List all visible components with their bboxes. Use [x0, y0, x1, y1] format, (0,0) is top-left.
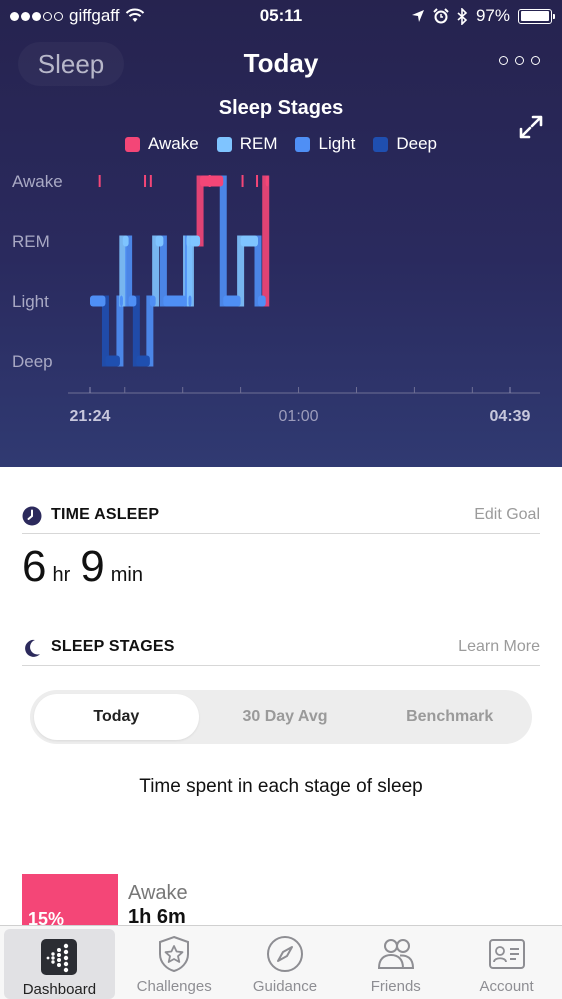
time-asleep-header: TIME ASLEEP Edit Goal [22, 504, 540, 534]
dashboard-icon [41, 939, 78, 975]
tab-30-day-avg[interactable]: 30 Day Avg [203, 690, 368, 744]
stage-segment-light [258, 295, 266, 307]
minutes-unit: min [110, 564, 143, 586]
legend-swatch [124, 136, 140, 152]
stage-period-segmented-control: Today 30 Day Avg Benchmark [30, 690, 532, 744]
x-tick-label: 01:00 [279, 408, 319, 425]
stage-segment-rem [240, 235, 258, 247]
stage-segment-light [149, 295, 156, 307]
x-tick-label: 21:24 [70, 408, 111, 425]
stage-segment-light [90, 295, 106, 307]
legend-item-rem: REM [216, 134, 278, 154]
compass-icon [266, 936, 303, 972]
tab-benchmark[interactable]: Benchmark [367, 690, 532, 744]
tab-today[interactable]: Today [34, 694, 199, 740]
tab-challenges[interactable]: Challenges [119, 926, 230, 999]
more-dot-icon [499, 56, 508, 65]
tab-label: Friends [370, 978, 421, 995]
more-options-button[interactable] [499, 56, 540, 65]
stage-segment-deep [136, 355, 150, 367]
section-title: SLEEP STAGES [51, 638, 175, 655]
tab-account[interactable]: Account [451, 926, 562, 999]
tab-label: Guidance [252, 978, 318, 995]
stage-segment-light [188, 295, 192, 307]
stage-caption: Time spent in each stage of sleep [139, 776, 423, 797]
status-bar: giffgaff 05:11 97% [0, 0, 562, 34]
edit-goal-link[interactable]: Edit Goal [474, 506, 540, 524]
legend-label: Awake [147, 134, 199, 153]
stage-segment-deep [105, 355, 120, 367]
stage-segment-awake [265, 175, 269, 187]
location-icon [411, 10, 424, 22]
legend-label: REM [239, 134, 278, 153]
stage-segment-light [128, 295, 137, 307]
tab-bar: Dashboard Challenges Guidance Friends Ac… [0, 925, 562, 999]
minutes-value: 9 [80, 542, 105, 591]
stage-segment-rem [155, 235, 164, 247]
sleep-stages-header: SLEEP STAGES Learn More [22, 636, 540, 666]
more-dot-icon [531, 56, 540, 65]
legend-label: Deep [396, 134, 437, 153]
clock-icon [22, 506, 42, 526]
x-tick-label: 04:39 [490, 408, 531, 425]
stage-segment-awake [200, 175, 224, 187]
tab-friends[interactable]: Friends [340, 926, 451, 999]
y-axis-label: Deep [12, 352, 53, 371]
learn-more-link[interactable]: Learn More [458, 638, 540, 656]
battery-percent: 97% [475, 6, 510, 25]
section-title: TIME ASLEEP [51, 506, 160, 523]
hours-unit: hr [52, 564, 71, 586]
time-asleep-value: 6 hr 9 min [22, 542, 153, 592]
legend-swatch [295, 136, 311, 152]
expand-icon[interactable] [518, 114, 544, 140]
stage-awake-percent-box: 15% [22, 874, 118, 930]
friends-icon [377, 939, 414, 969]
stage-transition [262, 175, 270, 307]
stage-segment-light [163, 295, 187, 307]
legend-item-awake: Awake [124, 134, 199, 154]
tab-label: Account [479, 978, 534, 995]
legend-item-deep: Deep [373, 134, 437, 154]
tab-label: Dashboard [22, 981, 97, 998]
stage-transition [219, 175, 227, 307]
stage-name: Awake [128, 882, 188, 904]
alarm-icon [433, 8, 449, 24]
y-axis-label: Awake [12, 172, 63, 191]
chart-legend: Awake REM Light Deep [0, 134, 562, 154]
stage-segment-light [119, 295, 123, 307]
account-icon [488, 939, 525, 969]
legend-swatch [373, 136, 389, 152]
stage-segment-rem [122, 235, 129, 247]
tab-guidance[interactable]: Guidance [230, 926, 341, 999]
page-title: Today [243, 48, 319, 78]
chart-title: Sleep Stages [218, 97, 344, 119]
legend-label: Light [318, 134, 356, 153]
challenges-icon [159, 935, 190, 973]
more-dot-icon [515, 56, 524, 65]
moon-icon [25, 639, 40, 657]
sleep-stages-chart[interactable]: Awake REM Light Deep 21:24 01:00 04:39 [0, 165, 562, 435]
tab-label: Challenges [136, 978, 212, 995]
stage-segment-rem [186, 235, 190, 247]
y-axis-label: Light [12, 292, 49, 311]
sleep-header: giffgaff 05:11 97% Sleep Today Sleep Sta… [0, 0, 562, 467]
bluetooth-icon [457, 7, 468, 25]
y-axis-label: REM [12, 232, 50, 251]
legend-item-light: Light [295, 134, 355, 154]
nav-bar: Sleep Today [0, 36, 562, 92]
battery-icon [518, 8, 555, 24]
battery-fill [520, 11, 549, 21]
tab-dashboard[interactable]: Dashboard [4, 929, 115, 999]
stage-segment-light [223, 295, 241, 307]
stage-segment-rem [190, 235, 201, 247]
legend-swatch [216, 136, 232, 152]
hours-value: 6 [22, 542, 47, 591]
